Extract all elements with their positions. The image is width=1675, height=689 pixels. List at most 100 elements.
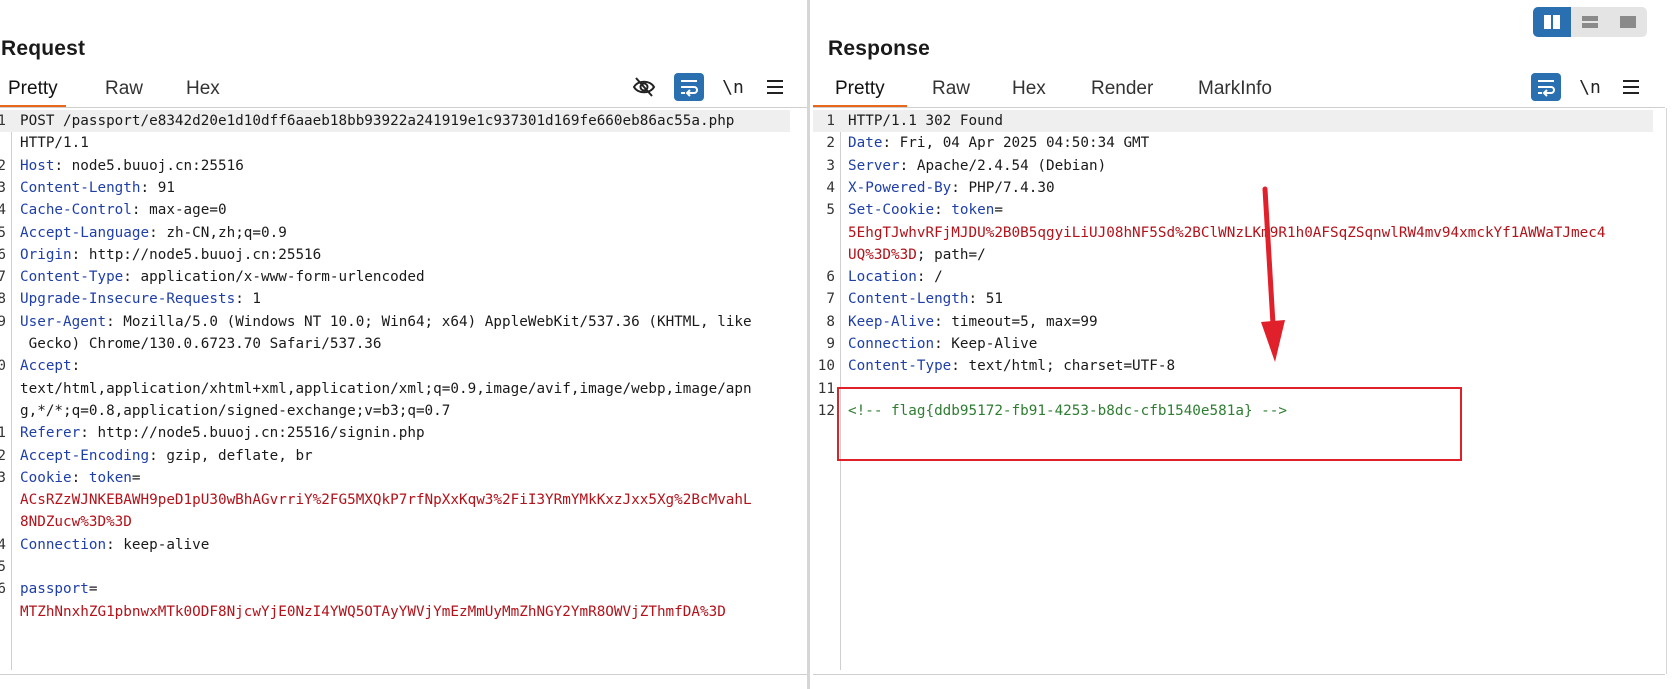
line-number: 6 xyxy=(0,246,6,263)
token: token xyxy=(951,202,995,219)
token: : 1 xyxy=(235,291,262,308)
token: : / xyxy=(916,269,943,286)
code-line: UQ%3D%3D; path=/ xyxy=(813,244,1653,266)
line-text: HTTP/1.1 302 Found xyxy=(848,110,1003,132)
line-text: Content-Length: 51 xyxy=(848,288,1003,310)
line-text: 5EhgTJwhvRFjMJDU%2B0B5qgyiLiUJ08hNF5Sd%2… xyxy=(848,222,1605,244)
code-line: 1 HTTP/1.1 302 Found xyxy=(813,110,1653,132)
line-number: 4 xyxy=(826,179,835,196)
split-horizontal-icon[interactable] xyxy=(1571,7,1609,37)
newline-toggle[interactable]: \n xyxy=(718,73,748,101)
line-number: 8 xyxy=(0,291,6,308)
code-line: ACsRZzWJNKEBAWH9peD1pU30wBhAGvrriY%2FG5M… xyxy=(0,489,790,511)
line-text: Gecko) Chrome/130.0.6723.70 Safari/537.3… xyxy=(20,333,382,355)
pane-splitter[interactable] xyxy=(807,0,810,689)
tab-response-render[interactable]: Render xyxy=(1091,74,1153,108)
code-line: 5EhgTJwhvRFjMJDU%2B0B5qgyiLiUJ08hNF5Sd%2… xyxy=(813,222,1653,244)
request-bottom-border xyxy=(0,674,808,675)
token: Content-Length xyxy=(20,179,141,196)
tab-response-hex[interactable]: Hex xyxy=(1012,74,1046,108)
line-text: Content-Type: application/x-www-form-url… xyxy=(20,266,425,288)
code-line: MTZhNnxhZG1pbnwxMTk0ODF8NjcwYjE0NzI4YWQ5… xyxy=(0,601,790,623)
request-pane: Request Pretty Raw Hex \n 1 POST /passpo… xyxy=(0,0,808,689)
request-tabs: Pretty Raw Hex xyxy=(0,74,400,108)
hamburger-menu-icon[interactable] xyxy=(760,73,790,101)
request-title: Request xyxy=(1,37,86,60)
token: : Apache/2.4.54 (Debian) xyxy=(899,157,1107,174)
line-number: 3 xyxy=(0,179,6,196)
tab-response-pretty[interactable]: Pretty xyxy=(813,74,907,108)
token: Set-Cookie xyxy=(848,202,935,219)
token: Accept-Language xyxy=(20,224,150,241)
token: ACsRZzWJNKEBAWH9peD1pU30wBhAGvrriY%2FG5M… xyxy=(20,492,752,509)
line-text: Content-Type: text/html; charset=UTF-8 xyxy=(848,355,1175,377)
token: Content-Type xyxy=(20,269,124,286)
code-line: 8 Upgrade-Insecure-Requests: 1 xyxy=(0,288,790,310)
token: = xyxy=(131,469,141,486)
line-text: Host: node5.buuoj.cn:25516 xyxy=(20,155,244,177)
line-text: MTZhNnxhZG1pbnwxMTk0ODF8NjcwYjE0NzI4YWQ5… xyxy=(20,601,726,623)
token: Server xyxy=(848,157,900,174)
request-tabs-underline xyxy=(0,107,808,108)
code-line: 6 Location: / xyxy=(813,266,1653,288)
tab-response-raw[interactable]: Raw xyxy=(932,74,970,108)
line-number: 13 xyxy=(0,469,6,486)
token: : xyxy=(71,358,81,375)
response-tabs-underline xyxy=(813,107,1665,108)
tab-request-pretty[interactable]: Pretty xyxy=(0,74,66,108)
token: g,*/*;q=0.8,application/signed-exchange;… xyxy=(20,402,451,419)
token: User-Agent xyxy=(20,313,107,330)
tab-request-raw[interactable]: Raw xyxy=(105,74,143,108)
code-line: 5 Accept-Language: zh-CN,zh;q=0.9 xyxy=(0,222,790,244)
line-text: Referer: http://node5.buuoj.cn:25516/sig… xyxy=(20,422,425,444)
response-bottom-border xyxy=(813,674,1665,675)
token: : http://node5.buuoj.cn:25516/signin.php xyxy=(80,425,425,442)
line-text: Origin: http://node5.buuoj.cn:25516 xyxy=(20,244,321,266)
line-text: 8NDZucw%3D%3D xyxy=(20,511,132,533)
newline-toggle[interactable]: \n xyxy=(1575,73,1605,101)
token: : node5.buuoj.cn:25516 xyxy=(54,157,244,174)
code-line: 12 Accept-Encoding: gzip, deflate, br xyxy=(0,445,790,467)
right-scrollbar[interactable] xyxy=(1666,108,1675,674)
token: text/html,application/xhtml+xml,applicat… xyxy=(20,380,752,397)
line-text: Accept-Encoding: gzip, deflate, br xyxy=(20,445,313,467)
line-text: Connection: Keep-Alive xyxy=(848,333,1037,355)
token: Accept xyxy=(20,358,72,375)
line-text: Location: / xyxy=(848,266,943,288)
line-number: 10 xyxy=(817,358,835,375)
single-pane-icon[interactable] xyxy=(1609,7,1647,37)
request-editor[interactable]: 1 POST /passport/e8342d20e1d10dff6aaeb18b… xyxy=(0,110,800,670)
code-line: 7 Content-Length: 51 xyxy=(813,288,1653,310)
tab-request-hex[interactable]: Hex xyxy=(186,74,220,108)
token: : http://node5.buuoj.cn:25516 xyxy=(71,246,322,263)
tab-response-markinfo[interactable]: MarkInfo xyxy=(1198,74,1272,108)
code-line: 14 Connection: keep-alive xyxy=(0,534,790,556)
line-text: Content-Length: 91 xyxy=(20,177,175,199)
hamburger-menu-icon[interactable] xyxy=(1616,73,1646,101)
eye-slash-icon[interactable] xyxy=(629,73,659,101)
line-text: ACsRZzWJNKEBAWH9peD1pU30wBhAGvrriY%2FG5M… xyxy=(20,489,752,511)
code-line: 15 xyxy=(0,556,790,578)
line-number: 7 xyxy=(826,291,835,308)
line-text: Accept-Language: zh-CN,zh;q=0.9 xyxy=(20,222,287,244)
token: : xyxy=(934,202,952,219)
word-wrap-icon[interactable] xyxy=(674,73,704,101)
line-number: 16 xyxy=(0,581,6,598)
line-text: HTTP/1.1 xyxy=(20,132,89,154)
line-text: Cache-Control: max-age=0 xyxy=(20,199,227,221)
code-line: 9 Connection: Keep-Alive xyxy=(813,333,1653,355)
code-line: text/html,application/xhtml+xml,applicat… xyxy=(0,378,790,400)
code-line: Gecko) Chrome/130.0.6723.70 Safari/537.3… xyxy=(0,333,790,355)
split-vertical-icon[interactable] xyxy=(1533,7,1571,37)
word-wrap-icon[interactable] xyxy=(1531,73,1561,101)
code-line: 6 Origin: http://node5.buuoj.cn:25516 xyxy=(0,244,790,266)
token: Referer xyxy=(20,425,81,442)
code-line: 8NDZucw%3D%3D xyxy=(0,511,790,533)
code-line: 16 passport= xyxy=(0,578,790,600)
code-line: 3 Server: Apache/2.4.54 (Debian) xyxy=(813,155,1653,177)
code-line: 4 Cache-Control: max-age=0 xyxy=(0,199,790,221)
line-text: Cookie: token= xyxy=(20,467,141,489)
token: : Mozilla/5.0 (Windows NT 10.0; Win64; x… xyxy=(106,313,752,330)
line-number: 7 xyxy=(0,269,6,286)
line-number: 5 xyxy=(826,202,835,219)
